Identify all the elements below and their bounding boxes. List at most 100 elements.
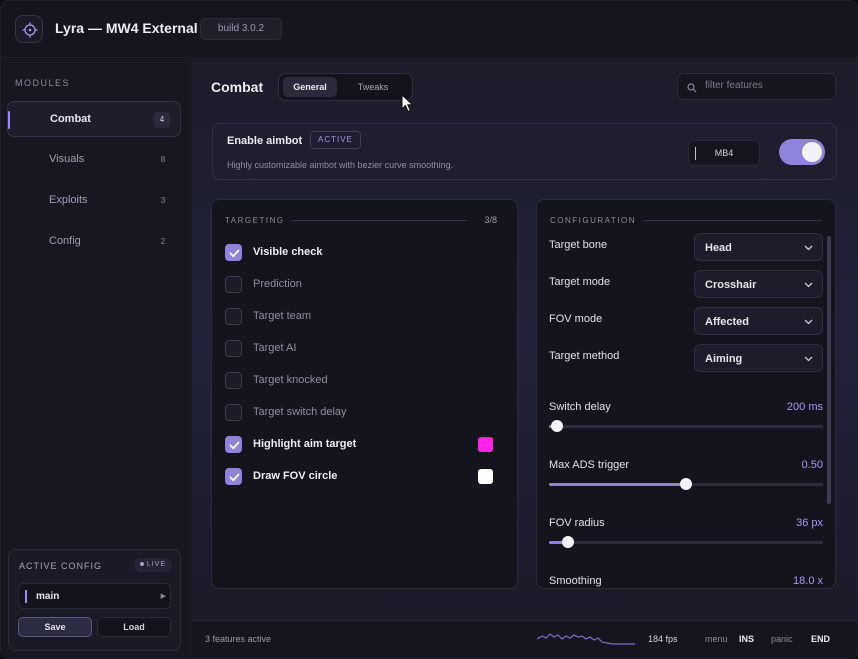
chevron-down-icon bbox=[804, 356, 813, 362]
check-icon bbox=[229, 473, 240, 482]
checkbox[interactable] bbox=[225, 404, 242, 421]
sidebar-item-count: 4 bbox=[154, 112, 170, 128]
checkbox-label: Target knocked bbox=[253, 374, 328, 386]
checkbox-row-target-team[interactable]: Target team bbox=[225, 307, 505, 327]
fps-counter: 184 fps bbox=[648, 634, 678, 644]
chevron-down-icon bbox=[804, 245, 813, 251]
config-row-fov-mode: FOV mode Affected bbox=[549, 307, 824, 335]
slider-thumb[interactable] bbox=[562, 536, 575, 548]
sidebar-item-combat[interactable]: Combat 4 bbox=[7, 101, 181, 137]
slider-value: 18.0 x bbox=[793, 575, 823, 587]
slider-label: FOV radius bbox=[549, 517, 605, 529]
sidebar-item-config[interactable]: Config 2 bbox=[7, 224, 181, 260]
targeting-panel: TARGETING 3/8 Visible check Prediction Tar… bbox=[211, 199, 518, 589]
configuration-title: CONFIGURATION bbox=[550, 216, 637, 225]
live-dot-icon bbox=[139, 562, 144, 567]
checkbox[interactable] bbox=[225, 468, 242, 485]
app-window: Lyra — MW4 External build 3.0.2 MODULES … bbox=[0, 0, 858, 659]
config-select-value: main bbox=[36, 591, 60, 602]
title-bar: Lyra — MW4 External build 3.0.2 bbox=[1, 1, 857, 58]
chevron-down-icon bbox=[804, 319, 813, 325]
targeting-count: 3/8 bbox=[484, 215, 497, 225]
sidebar-item-count: 3 bbox=[160, 196, 166, 205]
config-label: FOV mode bbox=[549, 313, 603, 325]
search-placeholder: filter features bbox=[705, 80, 763, 91]
checkbox-row-draw-fov-circle[interactable]: Draw FOV circle bbox=[225, 467, 505, 487]
crosshair-icon bbox=[15, 15, 43, 43]
config-select[interactable]: main ▶ bbox=[18, 583, 171, 609]
save-button[interactable]: Save bbox=[18, 617, 92, 637]
checkbox-label: Target AI bbox=[253, 342, 297, 354]
checkbox-row-prediction[interactable]: Prediction bbox=[225, 275, 505, 295]
checkbox-label: Target switch delay bbox=[253, 406, 347, 418]
checkbox[interactable] bbox=[225, 372, 242, 389]
config-row-target-mode: Target mode Crosshair bbox=[549, 270, 824, 298]
switch-delay-slider[interactable] bbox=[549, 420, 823, 432]
slider-thumb[interactable] bbox=[551, 420, 564, 432]
app-title: Lyra — MW4 External bbox=[55, 20, 198, 36]
panic-hotkey-label: panic bbox=[771, 634, 793, 644]
check-icon bbox=[229, 249, 240, 258]
menu-hotkey-label: menu bbox=[705, 634, 728, 644]
menu-hotkey: INS bbox=[739, 634, 755, 644]
aimbot-description: Highly customizable aimbot with bezier c… bbox=[227, 160, 454, 170]
active-indicator bbox=[8, 111, 10, 129]
keybind-button[interactable]: MB4 bbox=[688, 140, 760, 166]
aimbot-title: Enable aimbot bbox=[227, 135, 303, 147]
live-label: LIVE bbox=[146, 561, 166, 568]
sidebar: MODULES Combat 4 Visuals 8 Exploits 3 Co… bbox=[1, 58, 191, 658]
checkbox[interactable] bbox=[225, 340, 242, 357]
fov-radius-slider-row: FOV radius 36 px bbox=[549, 517, 823, 557]
scrollbar-thumb[interactable] bbox=[827, 236, 831, 504]
search-input[interactable]: filter features bbox=[677, 73, 836, 100]
checkbox[interactable] bbox=[225, 244, 242, 261]
section-divider bbox=[292, 220, 467, 221]
target-method-dropdown[interactable]: Aiming bbox=[694, 344, 823, 372]
section-divider bbox=[644, 220, 822, 221]
sidebar-item-visuals[interactable]: Visuals 8 bbox=[7, 142, 181, 178]
dropdown-value: Crosshair bbox=[705, 279, 757, 291]
config-select-indicator bbox=[25, 590, 27, 603]
max-ads-trigger-slider-row: Max ADS trigger 0.50 bbox=[549, 459, 823, 499]
slider-value: 36 px bbox=[796, 517, 823, 529]
fov-radius-slider[interactable] bbox=[549, 536, 823, 548]
color-swatch[interactable] bbox=[478, 437, 493, 452]
sidebar-header: MODULES bbox=[15, 78, 71, 88]
sidebar-item-label: Exploits bbox=[49, 194, 88, 206]
target-bone-dropdown[interactable]: Head bbox=[694, 233, 823, 261]
config-row-target-bone: Target bone Head bbox=[549, 233, 824, 261]
checkbox[interactable] bbox=[225, 276, 242, 293]
aimbot-toggle[interactable] bbox=[779, 139, 825, 165]
checkbox-row-target-switch-delay[interactable]: Target switch delay bbox=[225, 403, 505, 423]
checkbox-row-target-ai[interactable]: Target AI bbox=[225, 339, 505, 359]
slider-thumb[interactable] bbox=[680, 478, 692, 490]
checkbox-label: Highlight aim target bbox=[253, 438, 357, 450]
tab-general[interactable]: General bbox=[283, 77, 337, 97]
target-mode-dropdown[interactable]: Crosshair bbox=[694, 270, 823, 298]
chevron-down-icon bbox=[804, 282, 813, 288]
load-button[interactable]: Load bbox=[97, 617, 171, 637]
config-label: Target bone bbox=[549, 239, 608, 251]
scrollbar[interactable] bbox=[827, 236, 831, 504]
slider-label: Smoothing bbox=[549, 575, 602, 587]
configuration-panel: CONFIGURATION Target bone Head Target mode… bbox=[536, 199, 836, 589]
checkbox[interactable] bbox=[225, 308, 242, 325]
config-row-target-method: Target method Aiming bbox=[549, 344, 824, 372]
dropdown-value: Head bbox=[705, 242, 732, 254]
tab-bar: General Tweaks bbox=[278, 73, 413, 101]
fov-mode-dropdown[interactable]: Affected bbox=[694, 307, 823, 335]
checkbox[interactable] bbox=[225, 436, 242, 453]
status-badge: ACTIVE bbox=[310, 131, 361, 149]
fps-sparkline bbox=[537, 633, 635, 645]
build-badge: build 3.0.2 bbox=[200, 18, 282, 40]
max-ads-trigger-slider[interactable] bbox=[549, 478, 823, 490]
checkbox-row-visible-check[interactable]: Visible check bbox=[225, 243, 505, 263]
checkbox-row-highlight-aim-target[interactable]: Highlight aim target bbox=[225, 435, 505, 455]
active-config-panel: ACTIVE CONFIG LIVE main ▶ Save Load bbox=[8, 549, 181, 651]
sidebar-item-exploits[interactable]: Exploits 3 bbox=[7, 183, 181, 219]
targeting-title: TARGETING bbox=[225, 216, 285, 225]
checkbox-row-target-knocked[interactable]: Target knocked bbox=[225, 371, 505, 391]
slider-fill bbox=[549, 483, 686, 486]
color-swatch[interactable] bbox=[478, 469, 493, 484]
tab-tweaks[interactable]: Tweaks bbox=[343, 77, 403, 97]
